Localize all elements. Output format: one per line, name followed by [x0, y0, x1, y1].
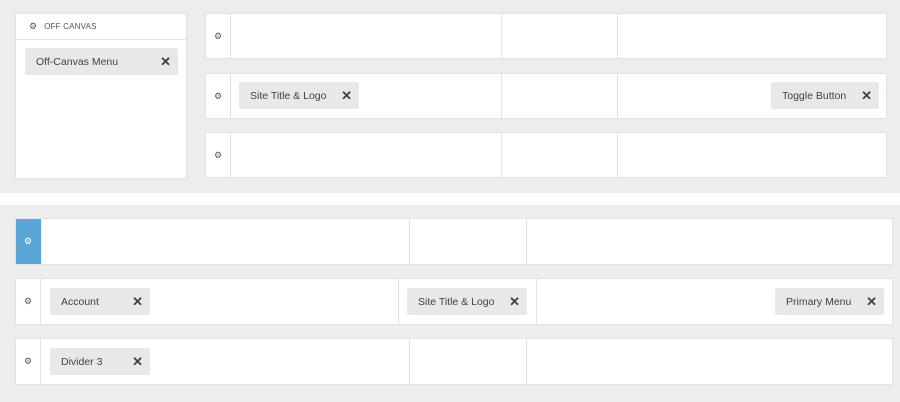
row-settings-gear-icon[interactable]: ⚙ — [206, 133, 231, 177]
item-label: Account — [61, 295, 99, 308]
panel-separator — [0, 193, 900, 205]
close-icon[interactable]: ✕ — [132, 288, 143, 315]
item-label: Primary Menu — [786, 295, 852, 308]
mobile-row-main[interactable]: ⚙ Site Title & Logo ✕ Toggle Button ✕ — [205, 73, 887, 119]
close-icon[interactable]: ✕ — [160, 48, 171, 75]
row-settings-gear-icon[interactable]: ⚙ — [16, 279, 41, 324]
row-settings-gear-icon[interactable]: ⚙ — [206, 14, 231, 58]
account-item[interactable]: Account ✕ — [50, 288, 150, 315]
close-icon[interactable]: ✕ — [341, 82, 352, 109]
off-canvas-title: OFF CANVAS — [44, 22, 97, 31]
item-label: Site Title & Logo — [250, 89, 327, 102]
desktop-row-bottom[interactable]: ⚙ Divider 3 ✕ — [15, 338, 893, 385]
row-settings-gear-icon[interactable]: ⚙ — [16, 339, 41, 384]
item-label: Toggle Button — [782, 89, 847, 102]
row-column-center[interactable] — [501, 14, 502, 58]
row-column-center[interactable] — [501, 74, 502, 118]
row-column-right[interactable] — [526, 339, 527, 384]
row-column-center[interactable] — [501, 133, 502, 177]
row-column-right[interactable] — [617, 14, 618, 58]
row-column-center[interactable] — [409, 339, 410, 384]
row-column-right[interactable] — [617, 133, 618, 177]
mobile-builder-panel: ⚙ OFF CANVAS Off-Canvas Menu ✕ ⚙ ⚙ Site … — [0, 0, 900, 193]
gear-icon[interactable]: ⚙ — [29, 21, 37, 32]
mobile-row-top[interactable]: ⚙ — [205, 13, 887, 59]
primary-menu-item[interactable]: Primary Menu ✕ — [775, 288, 884, 315]
off-canvas-header: ⚙ OFF CANVAS — [16, 14, 186, 40]
row-settings-gear-icon[interactable]: ⚙ — [16, 219, 41, 264]
desktop-builder-panel: ⚙ ⚙ Account ✕ Site Title & Logo ✕ Primar… — [0, 205, 900, 402]
close-icon[interactable]: ✕ — [132, 348, 143, 375]
item-label: Divider 3 — [61, 355, 103, 368]
off-canvas-menu-item[interactable]: Off-Canvas Menu ✕ — [25, 48, 178, 75]
site-title-logo-item[interactable]: Site Title & Logo ✕ — [239, 82, 359, 109]
close-icon[interactable]: ✕ — [866, 288, 877, 315]
desktop-row-main[interactable]: ⚙ Account ✕ Site Title & Logo ✕ Primary … — [15, 278, 893, 325]
close-icon[interactable]: ✕ — [509, 288, 520, 315]
desktop-row-top[interactable]: ⚙ — [15, 218, 893, 265]
row-column-right[interactable] — [526, 219, 527, 264]
item-label: Off-Canvas Menu — [36, 55, 119, 68]
close-icon[interactable]: ✕ — [861, 82, 872, 109]
mobile-row-bottom[interactable]: ⚙ — [205, 132, 887, 178]
row-settings-gear-icon[interactable]: ⚙ — [206, 74, 231, 118]
row-column-center[interactable] — [409, 219, 410, 264]
item-label: Site Title & Logo — [418, 295, 495, 308]
divider-3-item[interactable]: Divider 3 ✕ — [50, 348, 150, 375]
site-title-logo-item[interactable]: Site Title & Logo ✕ — [407, 288, 527, 315]
row-column-right[interactable] — [536, 279, 537, 324]
row-column-right[interactable] — [617, 74, 618, 118]
off-canvas-area: ⚙ OFF CANVAS Off-Canvas Menu ✕ — [15, 13, 187, 179]
row-column-center[interactable] — [398, 279, 399, 324]
toggle-button-item[interactable]: Toggle Button ✕ — [771, 82, 879, 109]
